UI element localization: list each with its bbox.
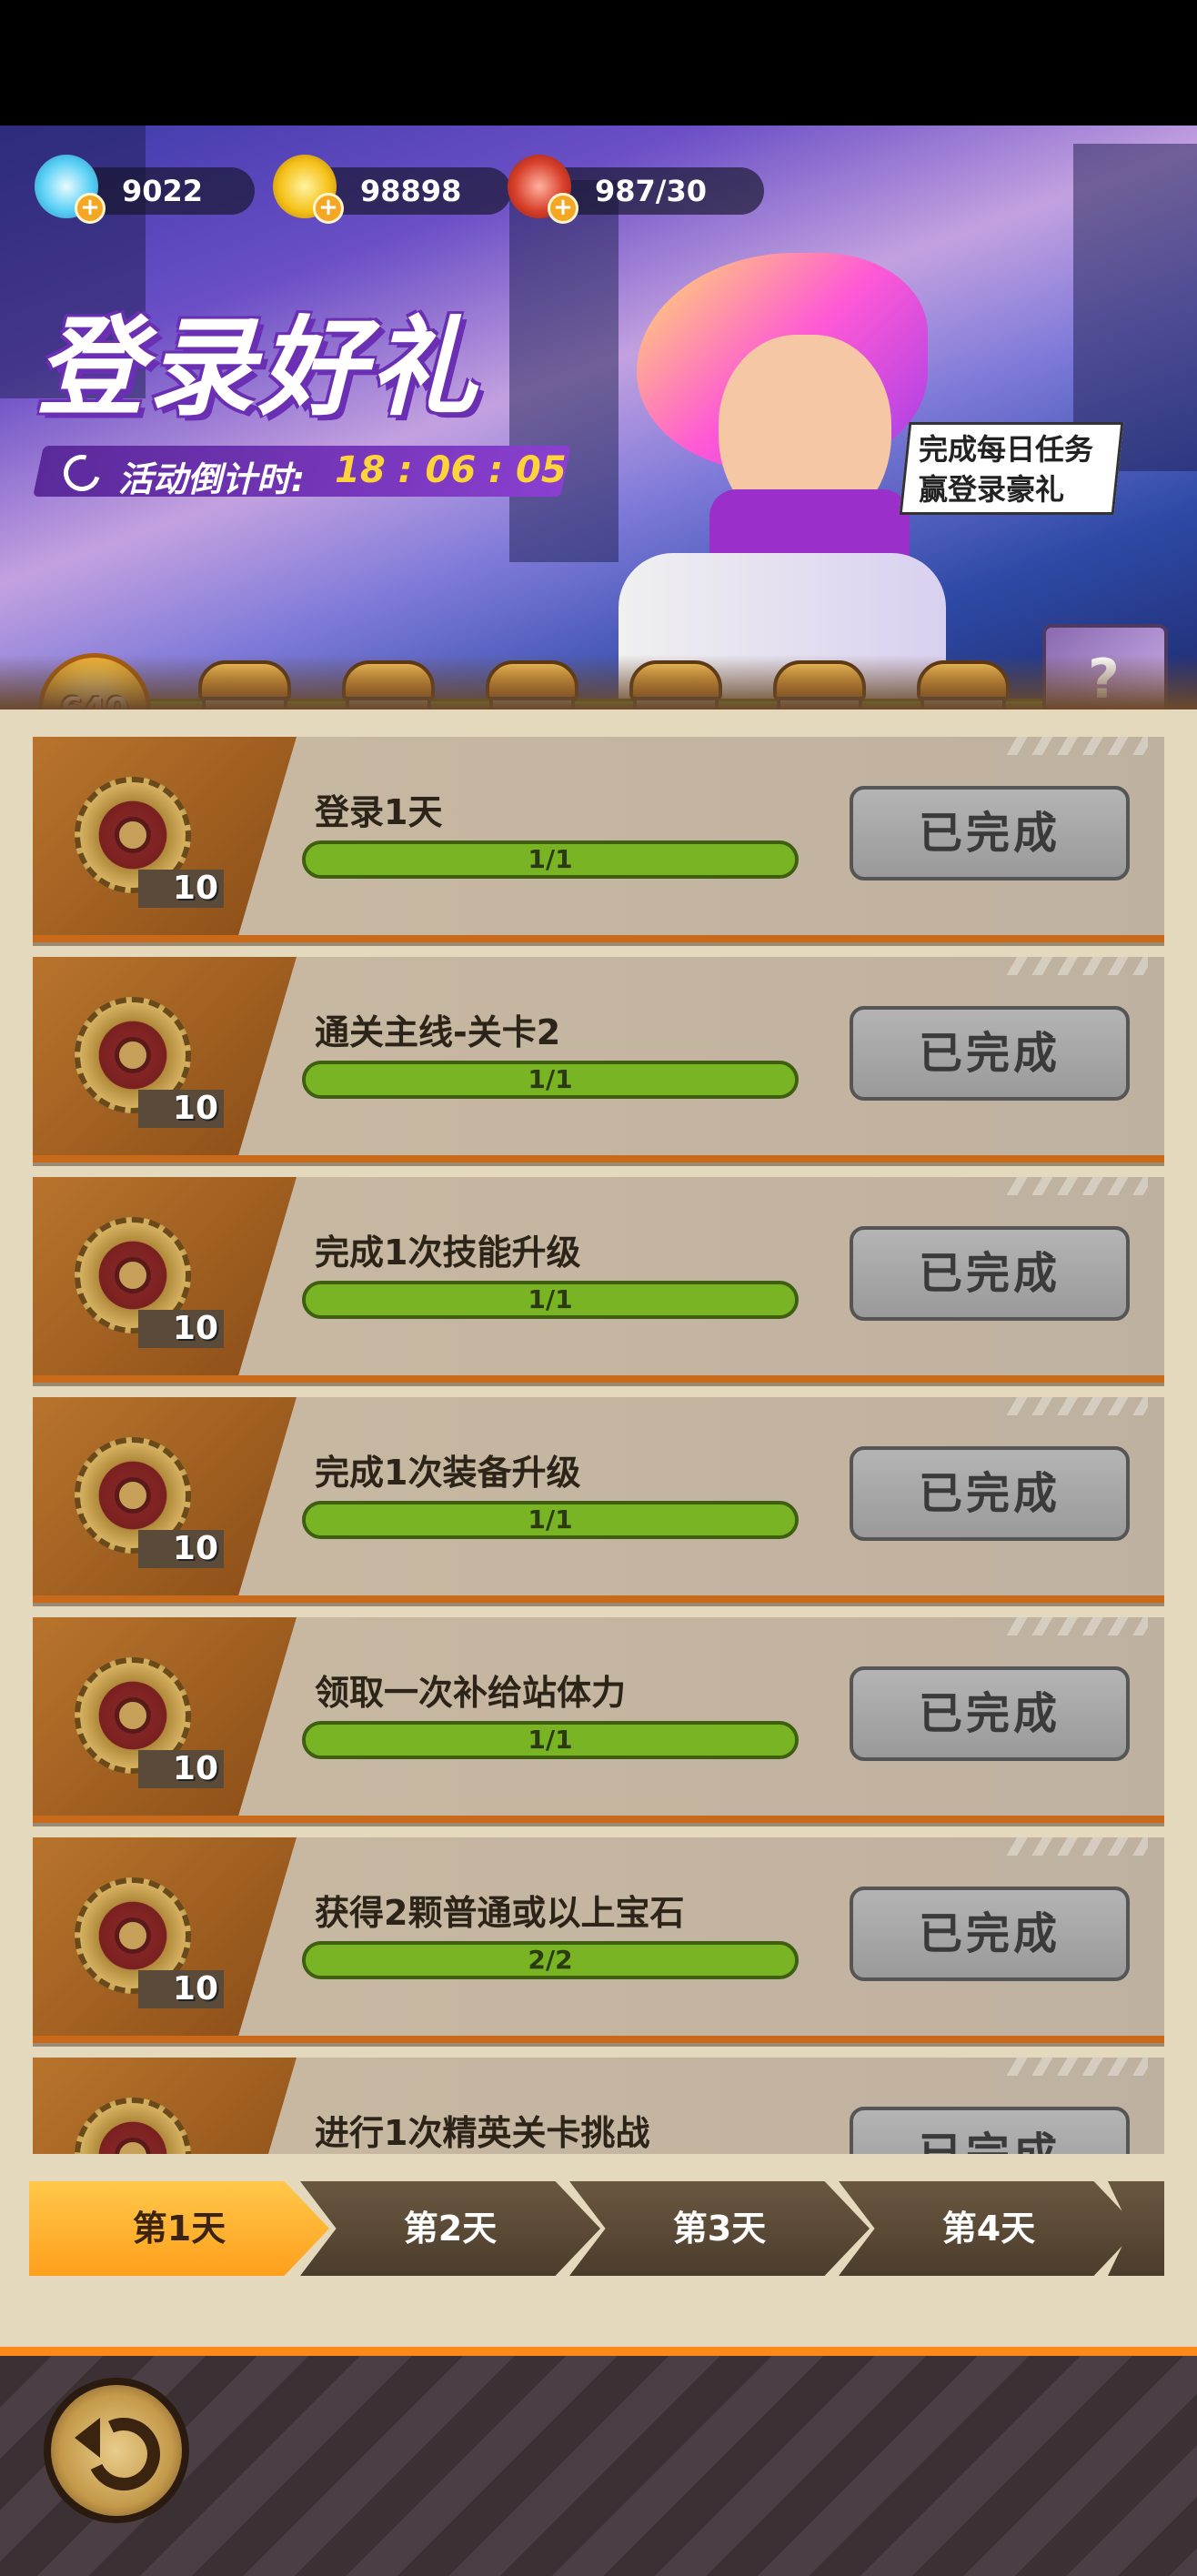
task-progress-text: 1/1 — [528, 844, 573, 874]
task-progress-bar: 1/1 — [302, 1721, 799, 1759]
tab-day-4[interactable]: 第4天 — [839, 2181, 1139, 2276]
points-progress-track — [136, 699, 1155, 709]
task-row: 10 获得2颗普通或以上宝石 2/2 已完成 — [33, 1837, 1164, 2043]
task-row: 10 领取一次补给站体力 1/1 已完成 — [33, 1617, 1164, 1823]
task-row: 10 通关主线-关卡2 1/1 已完成 — [33, 957, 1164, 1162]
task-reward-count: 10 — [138, 1970, 224, 2008]
task-progress-bar: 2/2 — [302, 1941, 799, 1979]
status-bar — [0, 0, 1197, 126]
speech-text: 完成每日任务 赢登录豪礼 — [919, 432, 1094, 507]
task-completed-button[interactable]: 已完成 — [850, 1006, 1130, 1101]
task-reward-count: 10 — [138, 1750, 224, 1788]
task-completed-button[interactable]: 已完成 — [850, 1446, 1130, 1541]
countdown-time: 18 : 06 : 05 — [335, 449, 567, 491]
task-progress-bar: 1/1 — [302, 1501, 799, 1539]
event-title: 登录好礼 — [36, 305, 481, 430]
task-list[interactable]: 10 登录1天 1/1 已完成 10 通关主线-关卡2 1/1 已完成 10 完成1次技能升级 1/… — [33, 737, 1164, 2154]
chest-icon[interactable] — [626, 660, 726, 709]
task-list-area: 10 登录1天 1/1 已完成 10 通关主线-关卡2 1/1 已完成 10 完成1次技能升级 1/… — [0, 709, 1197, 2347]
task-progress-bar: 1/1 — [302, 840, 799, 879]
diamond-counter[interactable]: + 9022 — [35, 155, 255, 224]
task-name: 获得2颗普通或以上宝石 — [315, 1893, 685, 1933]
event-banner: + 9022 + 98898 + 987/30 登录好礼 完成每日任务 赢登录豪… — [0, 126, 1197, 709]
points-badge: 640 — [38, 653, 151, 709]
task-reward-count: 10 — [138, 870, 224, 908]
task-reward-count: 10 — [138, 1530, 224, 1568]
countdown-label: 活动倒计时: — [118, 459, 306, 499]
task-row: 10 登录1天 1/1 已完成 — [33, 737, 1164, 942]
task-completed-button[interactable]: 已完成 — [850, 1226, 1130, 1321]
day-tabs: 第1天 第2天 第3天 第4天 — [29, 2181, 1164, 2276]
task-name: 登录1天 — [315, 792, 443, 832]
task-progress-text: 1/1 — [528, 1725, 573, 1755]
add-coin-button[interactable]: + — [313, 193, 344, 224]
diamond-value: 9022 — [122, 174, 204, 208]
task-reward-count: 10 — [138, 1090, 224, 1128]
add-stamina-button[interactable]: + — [548, 193, 578, 224]
tab-day-1[interactable]: 第1天 — [29, 2181, 329, 2276]
task-progress-text: 2/2 — [528, 1945, 573, 1975]
tab-day-2[interactable]: 第2天 — [300, 2181, 600, 2276]
task-reward-count: 10 — [138, 1310, 224, 1348]
task-completed-button[interactable]: 已完成 — [850, 1666, 1130, 1761]
task-progress-text: 1/1 — [528, 1284, 573, 1314]
task-completed-button[interactable]: 已完成 — [850, 786, 1130, 880]
stamina-value: 987/30 — [595, 174, 708, 208]
chest-icon[interactable] — [913, 660, 1013, 709]
chest-icon[interactable] — [338, 660, 438, 709]
task-name: 进行1次精英关卡挑战 — [315, 2113, 650, 2153]
task-row: 10 完成1次技能升级 1/1 已完成 — [33, 1177, 1164, 1383]
task-row: 10 完成1次装备升级 1/1 已完成 — [33, 1397, 1164, 1603]
chest-icon[interactable] — [195, 660, 295, 709]
coin-value: 98898 — [360, 174, 462, 208]
task-progress-bar: 1/1 — [302, 1061, 799, 1099]
task-progress-text: 1/1 — [528, 1064, 573, 1094]
task-name: 完成1次装备升级 — [315, 1453, 581, 1493]
add-diamond-button[interactable]: + — [75, 193, 106, 224]
task-progress-text: 1/1 — [528, 1504, 573, 1535]
chest-icon[interactable] — [770, 660, 870, 709]
task-name: 通关主线-关卡2 — [315, 1012, 561, 1052]
task-name: 完成1次技能升级 — [315, 1233, 581, 1273]
task-completed-button[interactable]: 已完成 — [850, 1887, 1130, 1981]
tab-day-3[interactable]: 第3天 — [569, 2181, 870, 2276]
task-completed-button[interactable]: 已完成 — [850, 2107, 1130, 2154]
coin-counter[interactable]: + 98898 — [273, 155, 511, 224]
chest-icon[interactable] — [482, 660, 582, 709]
mystery-crystal-icon[interactable]: ? 1 — [1042, 624, 1168, 709]
back-button[interactable] — [44, 2378, 189, 2523]
task-progress-bar: 1/1 — [302, 1281, 799, 1319]
task-row: 进行1次精英关卡挑战 已完成 — [33, 2058, 1164, 2154]
task-name: 领取一次补给站体力 — [315, 1673, 627, 1713]
